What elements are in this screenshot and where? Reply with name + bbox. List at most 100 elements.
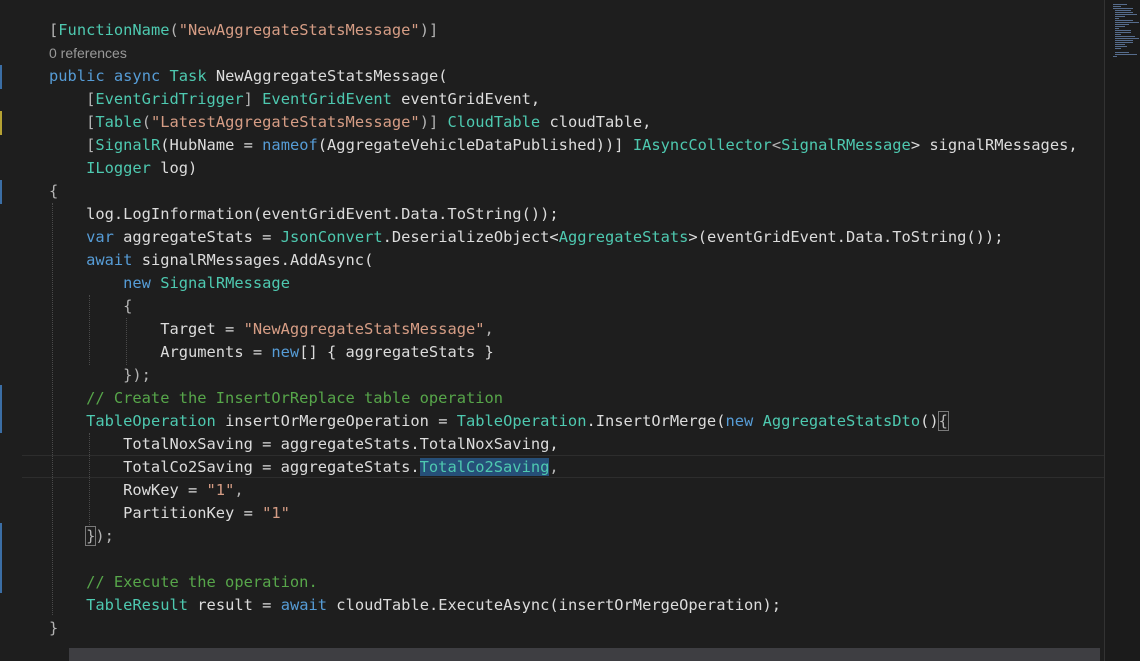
minimap-line	[1115, 52, 1129, 53]
minimap-line	[1115, 28, 1119, 29]
code-line[interactable]: ILogger log)	[49, 157, 1078, 180]
minimap-line	[1115, 20, 1133, 21]
horizontal-scrollbar[interactable]	[69, 648, 1100, 661]
code-token: (AggregateVehicleDataPublished))]	[317, 136, 633, 154]
code-token: await	[86, 251, 133, 269]
code-line[interactable]: await signalRMessages.AddAsync(	[49, 249, 1078, 272]
code-token: });	[49, 366, 151, 384]
code-token: }	[49, 619, 59, 637]
code-token: Table	[95, 113, 142, 131]
code-line[interactable]	[49, 548, 1078, 571]
code-editor[interactable]: [FunctionName("NewAggregateStatsMessage"…	[0, 0, 1104, 661]
code-token: new	[725, 412, 754, 430]
minimap-line	[1115, 26, 1125, 27]
minimap-line	[1113, 4, 1127, 5]
code-token: TotalNoxSaving = aggregateStats.TotalNox…	[49, 435, 559, 453]
code-token: ]	[243, 90, 263, 108]
code-line[interactable]: log.LogInformation(eventGridEvent.Data.T…	[49, 203, 1078, 226]
code-token: RowKey =	[49, 481, 207, 499]
code-token: {	[49, 182, 59, 200]
minimap-line	[1115, 54, 1137, 55]
code-token: .InsertOrMerge(	[586, 412, 726, 430]
code-token: )]	[419, 21, 439, 39]
code-line[interactable]: PartitionKey = "1"	[49, 502, 1078, 525]
code-line[interactable]: [FunctionName("NewAggregateStatsMessage"…	[49, 19, 1078, 42]
code-area[interactable]: [FunctionName("NewAggregateStatsMessage"…	[49, 19, 1078, 640]
code-line[interactable]: });	[49, 364, 1078, 387]
code-token: ()	[920, 412, 939, 430]
code-token: [	[49, 136, 96, 154]
code-token: Arguments =	[49, 343, 272, 361]
minimap-line	[1115, 12, 1133, 13]
code-token: {	[49, 297, 133, 315]
vertical-scrollbar-minimap[interactable]	[1104, 0, 1140, 661]
minimap-line	[1115, 24, 1129, 25]
change-bar-modified	[0, 111, 2, 135]
code-token: [] { aggregateStats }	[299, 343, 494, 361]
code-token: EventGridTrigger	[95, 90, 244, 108]
code-line[interactable]: TotalNoxSaving = aggregateStats.TotalNox…	[49, 433, 1078, 456]
code-line[interactable]: [SignalR(HubName = nameof(AggregateVehic…	[49, 134, 1078, 157]
change-bar	[0, 523, 2, 593]
code-token: SignalRMessage	[160, 274, 290, 292]
minimap-line	[1113, 56, 1117, 57]
change-bar	[0, 180, 2, 204]
minimap-line	[1115, 48, 1121, 49]
code-token: TableOperation	[86, 412, 216, 430]
minimap-line	[1115, 30, 1131, 31]
code-line[interactable]: {	[49, 295, 1078, 318]
minimap-line	[1115, 18, 1119, 19]
code-token: // Execute the operation.	[49, 573, 318, 591]
code-token: aggregateStats =	[113, 228, 281, 246]
code-token: (	[169, 21, 179, 39]
code-token: AggregateStatsDto	[762, 412, 921, 430]
code-lens-references[interactable]: 0 references	[49, 42, 1078, 65]
minimap-line	[1115, 36, 1135, 37]
code-line[interactable]: {	[49, 180, 1078, 203]
code-line[interactable]: [EventGridTrigger] EventGridEvent eventG…	[49, 88, 1078, 111]
code-line[interactable]: RowKey = "1",	[49, 479, 1078, 502]
code-token: )]	[419, 113, 448, 131]
code-token: "NewAggregateStatsMessage"	[243, 320, 485, 338]
code-token: signalRMessages.AddAsync(	[132, 251, 374, 269]
code-line[interactable]: });	[49, 525, 1078, 548]
change-bar	[0, 385, 2, 433]
code-token: Task	[169, 67, 207, 85]
code-token: JsonConvert	[280, 228, 383, 246]
code-line[interactable]: Arguments = new[] { aggregateStats }	[49, 341, 1078, 364]
code-line[interactable]: [Table("LatestAggregateStatsMessage")] C…	[49, 111, 1078, 134]
minimap-line	[1115, 22, 1139, 23]
code-line[interactable]: // Execute the operation.	[49, 571, 1078, 594]
code-line[interactable]: Target = "NewAggregateStatsMessage",	[49, 318, 1078, 341]
code-token: SignalRMessage	[781, 136, 911, 154]
code-token: nameof	[262, 136, 318, 154]
code-line[interactable]: TotalCo2Saving = aggregateStats.TotalCo2…	[49, 456, 1078, 479]
code-line[interactable]: TableOperation insertOrMergeOperation = …	[49, 410, 1078, 433]
minimap-line	[1115, 16, 1125, 17]
code-line[interactable]: var aggregateStats = JsonConvert.Deseria…	[49, 226, 1078, 249]
code-token: "NewAggregateStatsMessage"	[178, 21, 420, 39]
code-line[interactable]: public async Task NewAggregateStatsMessa…	[49, 65, 1078, 88]
code-token: new	[271, 343, 300, 361]
change-bar	[0, 65, 2, 89]
minimap-line	[1115, 10, 1131, 11]
code-token: "LatestAggregateStatsMessage"	[150, 113, 420, 131]
code-token: cloudTable.ExecuteAsync(insertOrMergeOpe…	[327, 596, 782, 614]
code-token: .DeserializeObject<	[382, 228, 559, 246]
code-line[interactable]: new SignalRMessage	[49, 272, 1078, 295]
code-line[interactable]: TableResult result = await cloudTable.Ex…	[49, 594, 1078, 617]
code-line[interactable]: // Create the InsertOrReplace table oper…	[49, 387, 1078, 410]
code-token: TableResult	[86, 596, 189, 614]
matched-brace: {	[937, 411, 949, 431]
code-token: [	[49, 113, 96, 131]
code-token: (HubName =	[160, 136, 263, 154]
matched-brace: }	[85, 526, 97, 546]
code-token: public	[49, 67, 105, 85]
code-line[interactable]: }	[49, 617, 1078, 640]
code-token: ,	[234, 481, 244, 499]
